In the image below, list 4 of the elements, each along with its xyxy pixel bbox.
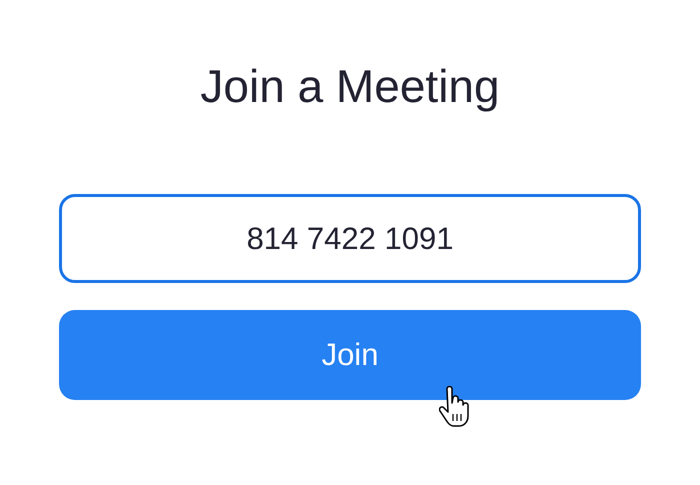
meeting-id-field[interactable]: 814 7422 1091 [59, 194, 641, 283]
hand-cursor-icon [439, 386, 469, 428]
join-button[interactable]: Join [59, 310, 641, 400]
page-title: Join a Meeting [200, 59, 500, 114]
